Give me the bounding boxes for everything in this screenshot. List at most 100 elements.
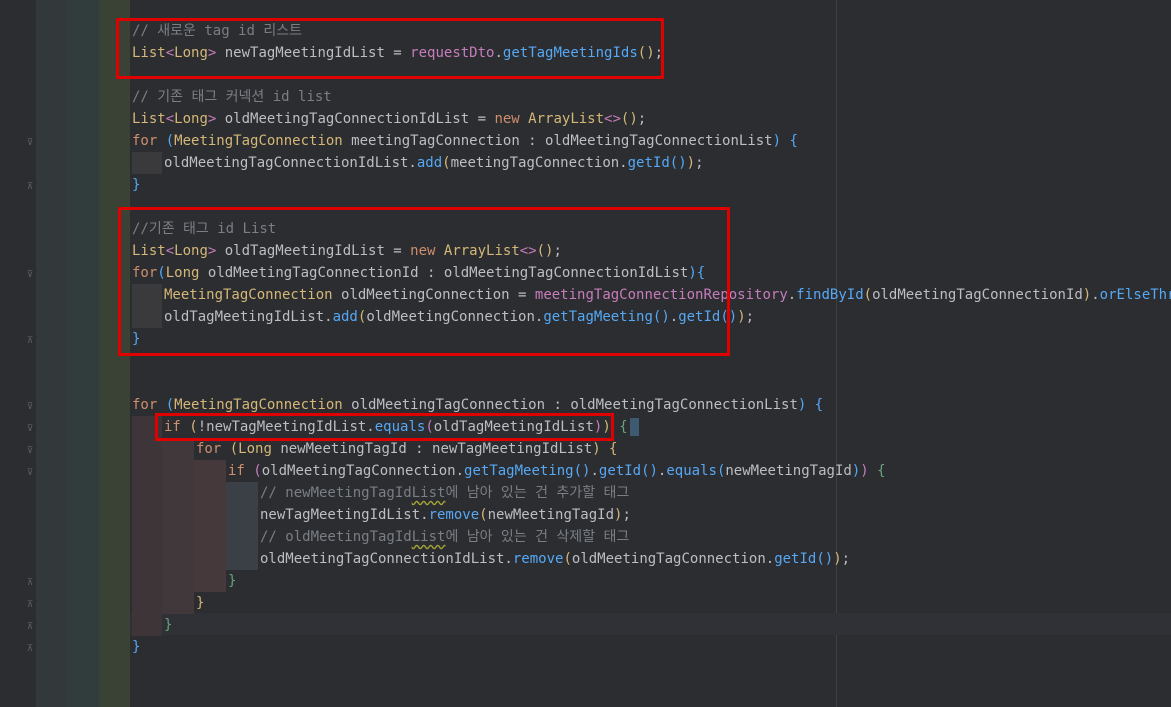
code-token: oldMeetingConnection = <box>341 287 535 303</box>
code-token: for <box>196 441 230 457</box>
code-line[interactable]: //기존 태그 id List <box>132 218 276 240</box>
code-line[interactable]: for (MeetingTagConnection oldMeetingTagC… <box>132 394 823 416</box>
fold-end-icon[interactable]: ⊼ <box>25 600 35 610</box>
code-line[interactable]: List<Long> oldTagMeetingIdList = new Arr… <box>132 240 562 262</box>
code-token: new <box>410 243 444 259</box>
code-line[interactable]: } <box>132 636 140 658</box>
code-token: getId <box>678 309 721 325</box>
code-token: < <box>165 45 175 61</box>
code-token: ) <box>602 419 620 435</box>
code-token: } <box>132 331 141 347</box>
code-line[interactable]: newTagMeetingIdList.remove(newMeetingTag… <box>260 504 631 526</box>
code-line[interactable]: oldMeetingTagConnectionIdList.add(meetin… <box>164 152 704 174</box>
code-token: ) <box>592 441 610 457</box>
code-token: oldMeetingTagConnection. <box>571 551 775 567</box>
code-line[interactable]: } <box>132 328 140 350</box>
code-line[interactable]: oldTagMeetingIdList.add(oldMeetingConnec… <box>164 306 754 328</box>
code-token: ; <box>637 111 647 127</box>
indent-block <box>132 284 162 328</box>
code-token: ; <box>622 507 631 523</box>
fold-marker-icon[interactable]: ⊽ <box>25 402 35 412</box>
code-token: equals <box>374 419 426 435</box>
code-line[interactable]: // oldMeetingTagIdList에 남아 있는 건 삭제할 태그 <box>260 526 629 548</box>
code-token: Long <box>174 111 208 127</box>
fold-marker-icon[interactable]: ⊽ <box>25 468 35 478</box>
code-token: ( <box>563 551 572 567</box>
code-token: { <box>609 441 618 457</box>
code-line[interactable]: } <box>164 614 172 636</box>
code-token: () <box>720 309 738 325</box>
code-token: . <box>669 309 679 325</box>
code-line[interactable]: List<Long> newTagMeetingIdList = request… <box>132 42 663 64</box>
fold-end-icon[interactable]: ⊼ <box>25 622 35 632</box>
code-token: for <box>132 397 166 413</box>
indent-guide-1 <box>36 0 67 707</box>
code-token: ( <box>253 463 262 479</box>
code-token: ( <box>442 155 451 171</box>
code-token: () <box>816 551 834 567</box>
code-token: remove <box>428 507 480 523</box>
code-token: getTagMeeting <box>543 309 653 325</box>
fold-marker-icon[interactable]: ⊽ <box>25 424 35 434</box>
code-token: oldMeetingConnection. <box>366 309 544 325</box>
code-line[interactable]: oldMeetingTagConnectionIdList.remove(old… <box>260 548 850 570</box>
code-line[interactable]: // 새로운 tag id 리스트 <box>132 20 302 42</box>
code-token: oldMeetingTagConnectionIdList. <box>164 155 417 171</box>
code-line[interactable]: } <box>132 174 140 196</box>
code-token: oldMeetingTagConnection. <box>261 463 465 479</box>
code-token: // 새로운 tag id 리스트 <box>132 23 302 39</box>
code-line[interactable]: } <box>196 592 204 614</box>
code-line[interactable]: for (MeetingTagConnection meetingTagConn… <box>132 130 798 152</box>
code-line[interactable]: } <box>228 570 236 592</box>
code-token: remove <box>512 551 564 567</box>
code-token: () <box>637 45 655 61</box>
code-token: oldMeetingTagConnectionIdList. <box>260 551 513 567</box>
code-line[interactable]: for(Long oldMeetingTagConnectionId : old… <box>132 262 705 284</box>
code-line[interactable]: // 기존 태그 커넥션 id list <box>132 86 332 108</box>
fold-end-icon[interactable]: ⊼ <box>25 336 35 346</box>
code-token: } <box>164 617 173 633</box>
code-line[interactable]: if (!newTagMeetingIdList.equals(oldTagMe… <box>164 416 639 438</box>
code-token: findById <box>796 287 864 303</box>
code-token: () <box>536 243 554 259</box>
code-token: . <box>494 45 503 61</box>
code-token: } <box>228 573 237 589</box>
code-line[interactable]: for (Long newMeetingTagId : newTagMeetin… <box>196 438 617 460</box>
code-token: // newMeetingTagId <box>260 485 412 501</box>
code-token: ( <box>165 133 175 149</box>
code-line[interactable]: // newMeetingTagIdList에 남아 있는 건 추가할 태그 <box>260 482 629 504</box>
fold-marker-icon[interactable]: ⊽ <box>25 446 35 456</box>
code-token: getId <box>598 463 642 479</box>
code-token: <> <box>519 243 537 259</box>
code-line[interactable]: if (oldMeetingTagConnection.getTagMeetin… <box>228 460 886 482</box>
code-token: List <box>132 45 166 61</box>
code-token: < <box>165 111 175 127</box>
fold-marker-icon[interactable]: ⊽ <box>25 270 35 280</box>
code-token: for <box>132 265 158 281</box>
code-token: oldMeetingTagConnection : oldMeetingTagC… <box>351 397 798 413</box>
code-token: add <box>416 155 443 171</box>
bracket-match-marker <box>629 418 639 436</box>
code-token: newMeetingTagId : newTagMeetingIdList <box>280 441 593 457</box>
indent-block <box>162 438 194 614</box>
code-editor[interactable]: ⊽ ⊼ ⊽ ⊼ ⊽ ⊽ ⊽ ⊽ ⊼ ⊼ ⊼ ⊼ // 새로운 tag id 리스… <box>0 0 1171 707</box>
code-token: ( <box>165 397 175 413</box>
code-token: getTagMeetingIds <box>502 45 638 61</box>
code-token: () <box>620 111 638 127</box>
fold-end-icon[interactable]: ⊼ <box>25 644 35 654</box>
code-token: { <box>877 463 886 479</box>
code-token: ( <box>229 441 239 457</box>
fold-marker-icon[interactable]: ⊽ <box>25 138 35 148</box>
code-token: ; <box>553 243 562 259</box>
fold-end-icon[interactable]: ⊼ <box>25 182 35 192</box>
code-token: newTagMeetingIdList. <box>260 507 429 523</box>
fold-end-icon[interactable]: ⊼ <box>25 578 35 588</box>
code-token: for <box>132 133 166 149</box>
code-line[interactable]: MeetingTagConnection oldMeetingConnectio… <box>164 284 1171 306</box>
code-token: 에 남아 있는 건 추가할 태그 <box>445 485 630 501</box>
indent-guide-2 <box>67 0 99 707</box>
code-line[interactable]: List<Long> oldMeetingTagConnectionIdList… <box>132 108 646 130</box>
code-token: { <box>696 265 706 281</box>
code-token: // oldMeetingTagId <box>260 529 412 545</box>
code-token: add <box>332 309 358 325</box>
